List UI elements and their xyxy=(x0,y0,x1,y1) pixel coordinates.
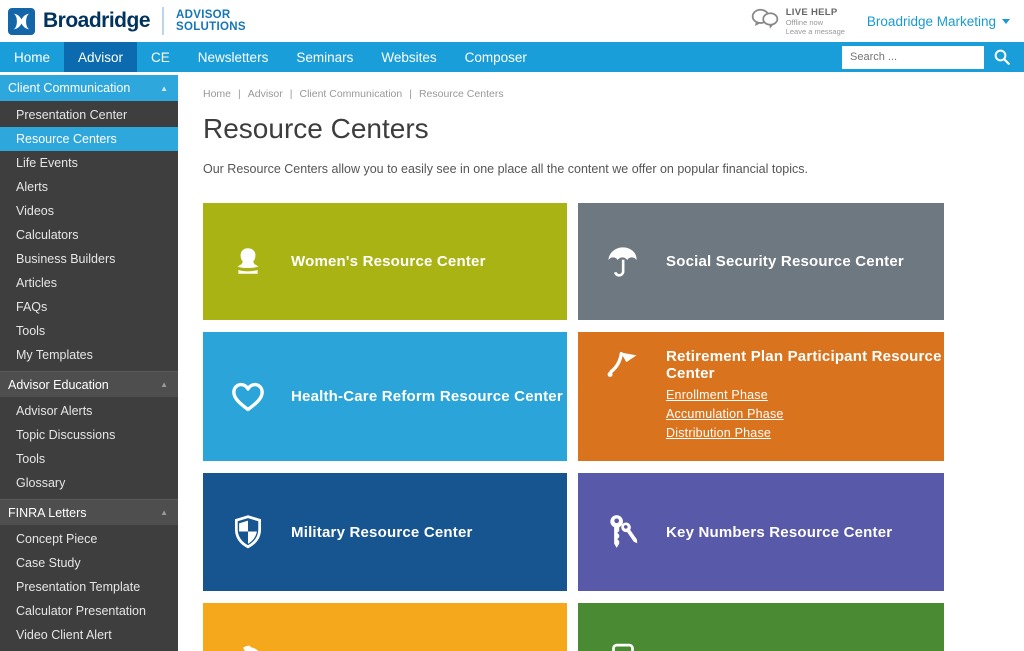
tile-label: Social Security Resource Center xyxy=(666,253,904,270)
sidebar-item-faqs[interactable]: FAQs xyxy=(0,295,178,319)
intro-text: Our Resource Centers allow you to easily… xyxy=(203,162,1024,176)
sidebar-item-articles[interactable]: Articles xyxy=(0,271,178,295)
sidebar-item-video-client-alert[interactable]: Video Client Alert xyxy=(0,623,178,647)
sidebar-item-presentation-center[interactable]: Presentation Center xyxy=(0,103,178,127)
chevron-up-icon: ▲ xyxy=(160,380,168,389)
sidebar-item-business-builders[interactable]: Business Builders xyxy=(0,247,178,271)
breadcrumb-client-communication[interactable]: Client Communication xyxy=(300,88,403,100)
search-icon xyxy=(993,48,1011,66)
account-menu-label: Broadridge Marketing xyxy=(867,14,996,29)
tile-social-security-resource-center[interactable]: Social Security Resource Center xyxy=(578,203,944,320)
sidebar-item-glossary[interactable]: Glossary xyxy=(0,471,178,495)
breadcrumb-advisor[interactable]: Advisor xyxy=(248,88,283,100)
tile-womens-resource-center[interactable]: Women's Resource Center xyxy=(203,203,567,320)
accumulation-phase-link[interactable]: Accumulation Phase xyxy=(666,405,944,424)
top-header: Broadridge ADVISOR SOLUTIONS LIVE HELP O… xyxy=(0,0,1024,42)
heart-icon xyxy=(227,380,269,414)
tab-composer[interactable]: Composer xyxy=(451,42,541,72)
tile-tax-planning-resource-center[interactable]: Tax Planning Resource Center xyxy=(203,603,567,651)
search-input[interactable] xyxy=(842,46,984,69)
chevron-up-icon: ▲ xyxy=(160,508,168,517)
sidebar-item-advisor-alerts[interactable]: Advisor Alerts xyxy=(0,399,178,423)
live-help-widget[interactable]: LIVE HELP Offline now Leave a message xyxy=(750,7,845,36)
chevron-up-icon: ▲ xyxy=(160,84,168,93)
live-help-title: LIVE HELP xyxy=(786,7,845,18)
breadcrumb: Home | Advisor | Client Communication | … xyxy=(203,88,1024,100)
broadridge-logo[interactable]: Broadridge ADVISOR SOLUTIONS xyxy=(8,7,246,35)
sidebar-item-concept-piece[interactable]: Concept Piece xyxy=(0,527,178,551)
tile-military-resource-center[interactable]: Military Resource Center xyxy=(203,473,567,591)
tab-newsletters[interactable]: Newsletters xyxy=(184,42,283,72)
search-button[interactable] xyxy=(984,42,1020,72)
main-content: Home | Advisor | Client Communication | … xyxy=(178,72,1024,651)
sidebar-item-life-events[interactable]: Life Events xyxy=(0,151,178,175)
tile-label: Women's Resource Center xyxy=(291,253,486,270)
page-title: Resource Centers xyxy=(203,113,1024,145)
tile-health-care-reform-resource-center[interactable]: Health-Care Reform Resource Center xyxy=(203,332,567,461)
brand-name: Broadridge xyxy=(43,9,150,33)
section-title: Client Communication xyxy=(8,81,130,95)
brand-suffix-line2: SOLUTIONS xyxy=(176,21,246,33)
section-title: FINRA Letters xyxy=(8,506,87,520)
brand-separator xyxy=(162,7,164,35)
mobile-icon xyxy=(602,643,644,651)
tab-ce[interactable]: CE xyxy=(137,42,184,72)
live-help-status: Offline now xyxy=(786,18,845,27)
woman-icon xyxy=(227,245,269,279)
breadcrumb-separator: | xyxy=(409,88,412,100)
tab-home[interactable]: Home xyxy=(0,42,64,72)
tile-retirement-plan-participant-resource-center[interactable]: Retirement Plan Participant Resource Cen… xyxy=(578,332,944,461)
sidebar-section-finra-letters[interactable]: FINRA Letters ▲ xyxy=(0,499,178,525)
tab-advisor[interactable]: Advisor xyxy=(64,42,137,72)
sidebar-item-alerts[interactable]: Alerts xyxy=(0,175,178,199)
sidebar-item-resource-centers[interactable]: Resource Centers xyxy=(0,127,178,151)
breadcrumb-home[interactable]: Home xyxy=(203,88,231,100)
sidebar-item-videos[interactable]: Videos xyxy=(0,199,178,223)
tile-label: Military Resource Center xyxy=(291,524,473,541)
main-nav: Home Advisor CE Newsletters Seminars Web… xyxy=(0,42,1024,72)
enrollment-phase-link[interactable]: Enrollment Phase xyxy=(666,386,944,405)
account-menu[interactable]: Broadridge Marketing xyxy=(867,14,1010,29)
live-help-action: Leave a message xyxy=(786,27,845,36)
sidebar-section-advisor-education[interactable]: Advisor Education ▲ xyxy=(0,371,178,397)
tile-key-numbers-resource-center[interactable]: Key Numbers Resource Center xyxy=(578,473,944,591)
sidebar: Client Communication ▲ Presentation Cent… xyxy=(0,75,178,651)
chevron-down-icon xyxy=(1002,19,1010,24)
chat-bubbles-icon xyxy=(750,7,780,36)
section-title: Advisor Education xyxy=(8,378,109,392)
keys-icon xyxy=(602,513,644,551)
sidebar-item-tools[interactable]: Tools xyxy=(0,319,178,343)
distribution-phase-link[interactable]: Distribution Phase xyxy=(666,424,944,443)
sidebar-item-case-study[interactable]: Case Study xyxy=(0,551,178,575)
tile-millennial-resource-center[interactable]: Millennial Resource Center xyxy=(578,603,944,651)
resource-tiles-grid: Women's Resource Center Social Security … xyxy=(203,203,944,651)
tile-label: Retirement Plan Participant Resource Cen… xyxy=(666,348,944,443)
breadcrumb-current: Resource Centers xyxy=(419,88,504,100)
sidebar-item-calculator-presentation[interactable]: Calculator Presentation xyxy=(0,599,178,623)
tab-seminars[interactable]: Seminars xyxy=(282,42,367,72)
pie-chart-icon xyxy=(227,644,269,651)
sidebar-item-education-tools[interactable]: Tools xyxy=(0,447,178,471)
sidebar-item-concept-video[interactable]: Concept Video xyxy=(0,647,178,651)
breadcrumb-separator: | xyxy=(290,88,293,100)
sidebar-item-calculators[interactable]: Calculators xyxy=(0,223,178,247)
broadridge-logo-icon xyxy=(8,8,35,35)
flag-icon xyxy=(602,348,644,384)
tile-label: Health-Care Reform Resource Center xyxy=(291,388,563,405)
tab-websites[interactable]: Websites xyxy=(367,42,450,72)
sidebar-section-client-communication[interactable]: Client Communication ▲ xyxy=(0,75,178,101)
sidebar-item-presentation-template[interactable]: Presentation Template xyxy=(0,575,178,599)
tile-label: Key Numbers Resource Center xyxy=(666,524,892,541)
tile-title: Retirement Plan Participant Resource Cen… xyxy=(666,348,942,382)
shield-icon xyxy=(227,514,269,550)
sidebar-item-my-templates[interactable]: My Templates xyxy=(0,343,178,367)
brand-suffix-line1: ADVISOR xyxy=(176,9,231,21)
breadcrumb-separator: | xyxy=(238,88,241,100)
sidebar-item-topic-discussions[interactable]: Topic Discussions xyxy=(0,423,178,447)
umbrella-icon xyxy=(602,244,644,280)
